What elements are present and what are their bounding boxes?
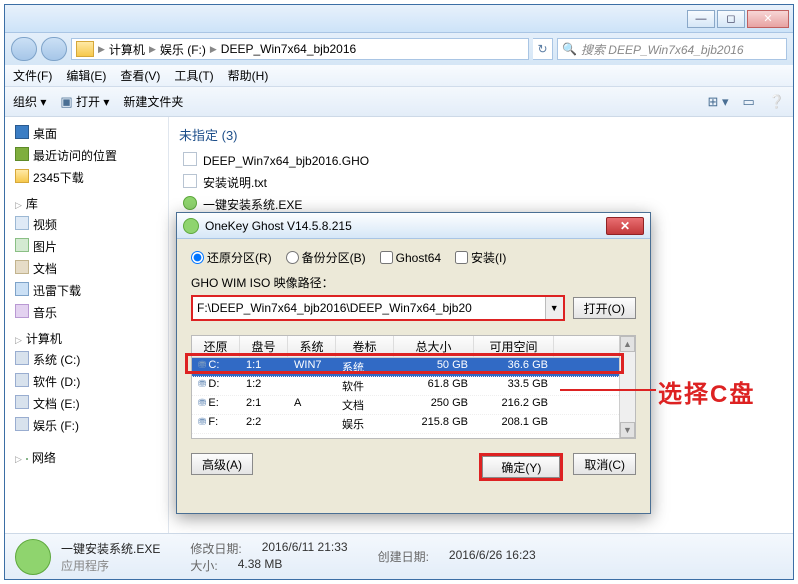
sidebar-2345[interactable]: 2345下载 [5,167,168,189]
file-icon [183,152,197,166]
annotation-line [560,389,656,391]
back-button[interactable] [11,37,37,61]
file-item[interactable]: DEEP_Win7x64_bjb2016.GHO [179,150,783,172]
pictures-icon [15,238,29,252]
image-path-input[interactable] [193,297,563,319]
table-scrollbar[interactable]: ▲ ▼ [619,336,635,438]
refresh-button[interactable]: ↻ [533,38,553,60]
onekey-ghost-dialog: OneKey Ghost V14.5.8.215 ✕ 还原分区(R) 备份分区(… [176,212,651,514]
breadcrumb-part[interactable]: 计算机 [109,41,145,58]
drive-icon [15,417,29,431]
sidebar-xunlei[interactable]: 迅雷下载 [5,280,168,302]
sidebar-drive-e[interactable]: 文档 (E:) [5,393,168,415]
sidebar: 桌面 最近访问的位置 2345下载 库 视频 图片 文档 迅雷下载 音乐 计算机… [5,117,169,533]
radio-backup[interactable]: 备份分区(B) [286,249,366,266]
selected-file-icon [15,539,51,575]
sidebar-drive-f[interactable]: 娱乐 (F:) [5,415,168,437]
video-icon [15,216,29,230]
search-input[interactable]: 🔍 搜索 DEEP_Win7x64_bjb2016 [557,38,787,60]
annotation-text: 选择C盘 [658,374,755,409]
partition-row[interactable]: E:2:1A文档250 GB216.2 GB [192,396,635,415]
radio-restore[interactable]: 还原分区(R) [191,249,272,266]
breadcrumb-part[interactable]: 娱乐 (F:) [160,41,206,58]
close-button[interactable]: ✕ [747,10,789,28]
open-button[interactable]: ▣ 打开 ▾ [60,93,109,110]
breadcrumb-part[interactable]: DEEP_Win7x64_bjb2016 [221,42,356,56]
sidebar-documents[interactable]: 文档 [5,258,168,280]
preview-pane-icon[interactable]: ▭ [743,94,755,110]
maximize-button[interactable]: ◻ [717,10,745,28]
minimize-button[interactable]: — [687,10,715,28]
sidebar-drive-d[interactable]: 软件 (D:) [5,371,168,393]
drive-icon [15,373,29,387]
desktop-icon [15,125,29,139]
status-filetype: 应用程序 [61,557,160,574]
exe-icon [183,196,197,210]
sidebar-drive-c[interactable]: 系统 (C:) [5,349,168,371]
search-icon: 🔍 [562,42,577,56]
recent-icon [15,147,29,161]
partition-table: 还原 盘号 系统 卷标 总大小 可用空间 C:1:1WIN7系统50 GB36.… [191,335,636,439]
folder-icon [15,169,29,183]
path-highlight: ▼ [191,295,565,321]
mode-options: 还原分区(R) 备份分区(B) Ghost64 安装(I) [191,249,636,266]
new-folder-button[interactable]: 新建文件夹 [123,93,183,110]
checkbox-install[interactable]: 安装(I) [455,249,506,266]
scroll-down-icon[interactable]: ▼ [620,422,635,438]
open-image-button[interactable]: 打开(O) [573,297,636,319]
documents-icon [15,260,29,274]
path-label: GHO WIM ISO 映像路径： [191,274,636,291]
scroll-up-icon[interactable]: ▲ [620,336,635,352]
sidebar-recent[interactable]: 最近访问的位置 [5,145,168,167]
menu-file[interactable]: 文件(F) [13,67,52,84]
file-item[interactable]: 安装说明.txt [179,172,783,194]
file-icon [183,174,197,188]
forward-button[interactable] [41,37,67,61]
menu-help[interactable]: 帮助(H) [228,67,269,84]
sidebar-computer[interactable]: 计算机 [5,324,168,349]
dialog-titlebar: OneKey Ghost V14.5.8.215 ✕ [177,213,650,239]
window-titlebar: — ◻ ✕ [5,5,793,33]
sidebar-network[interactable]: 网络 [5,443,168,468]
organize-button[interactable]: 组织 ▾ [13,93,46,110]
menu-tools[interactable]: 工具(T) [174,67,213,84]
status-bar: 一键安装系统.EXE 应用程序 修改日期: 2016/6/11 21:33 大小… [5,533,793,579]
group-heading: 未指定 (3) [179,125,783,144]
sidebar-video[interactable]: 视频 [5,214,168,236]
address-bar: ▶ 计算机 ▶ 娱乐 (F:) ▶ DEEP_Win7x64_bjb2016 ↻… [5,33,793,65]
path-dropdown-button[interactable]: ▼ [545,297,563,319]
drive-icon [15,395,29,409]
dialog-title: OneKey Ghost V14.5.8.215 [205,219,352,233]
table-header: 还原 盘号 系统 卷标 总大小 可用空间 [192,336,635,358]
checkbox-ghost64[interactable]: Ghost64 [380,251,441,265]
confirm-button[interactable]: 确定(Y) [482,456,560,478]
sidebar-libraries[interactable]: 库 [5,189,168,214]
sidebar-pictures[interactable]: 图片 [5,236,168,258]
menu-edit[interactable]: 编辑(E) [66,67,106,84]
sidebar-desktop[interactable]: 桌面 [5,123,168,145]
network-icon [26,458,28,460]
advanced-button[interactable]: 高级(A) [191,453,253,475]
menu-view[interactable]: 查看(V) [120,67,160,84]
menu-bar: 文件(F) 编辑(E) 查看(V) 工具(T) 帮助(H) [5,65,793,87]
partition-row[interactable]: C:1:1WIN7系统50 GB36.6 GB [192,358,635,377]
status-filename: 一键安装系统.EXE [61,540,160,557]
dialog-close-button[interactable]: ✕ [606,217,644,235]
toolbar: 组织 ▾ ▣ 打开 ▾ 新建文件夹 ⊞ ▾ ▭ ❔ [5,87,793,117]
download-icon [15,282,29,296]
partition-row[interactable]: D:1:2软件61.8 GB33.5 GB [192,377,635,396]
music-icon [15,304,29,318]
confirm-highlight: 确定(Y) [479,453,563,481]
partition-row[interactable]: F:2:2娱乐215.8 GB208.1 GB [192,415,635,434]
help-icon[interactable]: ❔ [769,94,785,110]
view-options-icon[interactable]: ⊞ ▾ [707,94,728,110]
sidebar-music[interactable]: 音乐 [5,302,168,324]
folder-icon [76,41,94,57]
breadcrumb[interactable]: ▶ 计算机 ▶ 娱乐 (F:) ▶ DEEP_Win7x64_bjb2016 [71,38,529,60]
cancel-button[interactable]: 取消(C) [573,453,636,475]
drive-icon [15,351,29,365]
app-icon [183,218,199,234]
